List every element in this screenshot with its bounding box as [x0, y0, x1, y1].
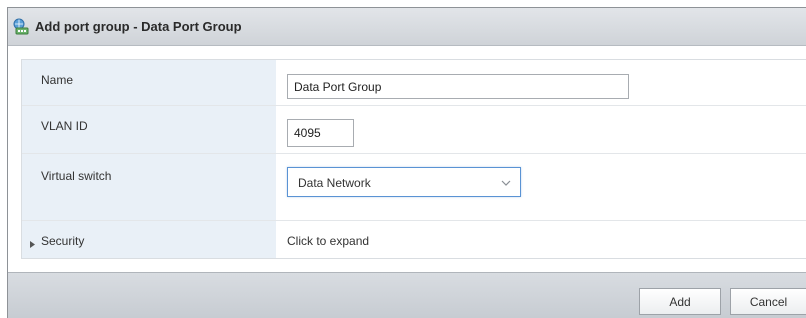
vlan-id-label: VLAN ID	[41, 119, 88, 133]
dialog-title: Add port group - Data Port Group	[35, 19, 242, 34]
name-row: Name	[22, 60, 806, 106]
security-label[interactable]: Security	[41, 234, 84, 248]
expand-arrow-icon[interactable]	[30, 237, 36, 248]
dialog-titlebar: Add port group - Data Port Group	[8, 8, 806, 46]
add-port-group-dialog: Add port group - Data Port Group Name VL…	[7, 7, 806, 318]
port-group-form: Name VLAN ID Virtual switch Data Network	[21, 59, 806, 259]
vlan-id-row: VLAN ID	[22, 106, 806, 154]
cancel-button[interactable]: Cancel	[730, 288, 806, 315]
network-port-group-icon	[13, 18, 31, 36]
security-expand-hint[interactable]: Click to expand	[287, 234, 369, 248]
name-label: Name	[41, 73, 74, 87]
add-button[interactable]: Add	[639, 288, 721, 315]
virtual-switch-selected-value: Data Network	[298, 176, 371, 190]
vlan-id-input[interactable]	[287, 119, 354, 147]
chevron-down-icon	[500, 177, 512, 187]
name-input[interactable]	[287, 74, 629, 99]
dialog-footer: Add Cancel	[8, 272, 806, 318]
virtual-switch-select[interactable]: Data Network	[287, 167, 521, 197]
virtual-switch-row: Virtual switch Data Network	[22, 154, 806, 221]
virtual-switch-label: Virtual switch	[41, 169, 112, 183]
security-row[interactable]: Security Click to expand	[22, 221, 806, 258]
